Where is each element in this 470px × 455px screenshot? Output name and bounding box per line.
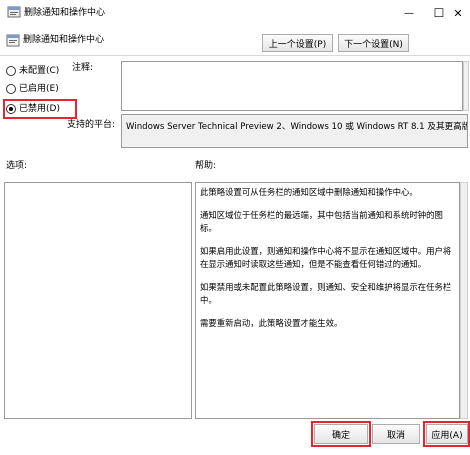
radio-not-configured[interactable]: 未配置(C)	[6, 65, 59, 77]
red-highlight-box	[423, 421, 470, 447]
help-paragraph: 如果禁用或未配置此策略设置，则通知、安全和维护将显示在任务栏中。	[200, 282, 452, 305]
red-highlight-box	[3, 99, 77, 119]
comment-scrollbar[interactable]	[463, 61, 469, 111]
maximize-icon: ☐	[433, 6, 445, 20]
radio-enabled[interactable]: 已启用(E)	[6, 83, 59, 95]
radio-circle[interactable]	[6, 66, 16, 76]
policy-name: 删除通知和操作中心	[23, 35, 105, 45]
help-pane: 此策略设置可从任务栏的通知区域中删除通知和操作中心。 通知区域位于任务栏的最远端…	[195, 182, 460, 419]
help-paragraph: 通知区域位于任务栏的最远端，其中包括当前通知和系统时钟的图标。	[200, 210, 443, 233]
close-icon: ✕	[453, 6, 463, 20]
red-highlight-box	[311, 421, 371, 447]
supported-platform-label: 支持的平台:	[67, 120, 116, 130]
comment-label: 注释:	[72, 63, 94, 73]
help-label: 帮助:	[195, 161, 217, 171]
minimize-button[interactable]: —	[394, 0, 424, 26]
help-paragraph: 需要重新启动，此策略设置才能生效。	[200, 318, 343, 328]
policy-setting-icon	[6, 34, 20, 47]
next-setting-button[interactable]: 下一个设置(N)	[338, 34, 409, 52]
options-label: 选项:	[6, 161, 28, 171]
help-scrollbar[interactable]	[460, 182, 468, 419]
header-divider	[0, 55, 470, 56]
supported-platform-value: Windows Server Technical Preview 2、Windo…	[121, 114, 468, 148]
window-title: 删除通知和操作中心	[24, 8, 106, 18]
policy-window-icon	[7, 6, 21, 18]
minimize-icon: —	[404, 7, 414, 19]
radio-label: 已启用(E)	[19, 84, 59, 94]
comment-textarea[interactable]	[121, 61, 463, 111]
help-paragraph: 如果启用此设置，则通知和操作中心将不显示在通知区域中。用户将在显示通知时读取这些…	[200, 246, 452, 269]
cancel-button[interactable]: 取消	[372, 424, 420, 444]
close-button[interactable]: ✕	[446, 0, 470, 26]
radio-circle[interactable]	[6, 84, 16, 94]
radio-label: 未配置(C)	[19, 66, 60, 76]
previous-setting-button[interactable]: 上一个设置(P)	[262, 34, 333, 52]
options-pane	[4, 182, 192, 419]
help-paragraph: 此策略设置可从任务栏的通知区域中删除通知和操作中心。	[200, 187, 418, 197]
